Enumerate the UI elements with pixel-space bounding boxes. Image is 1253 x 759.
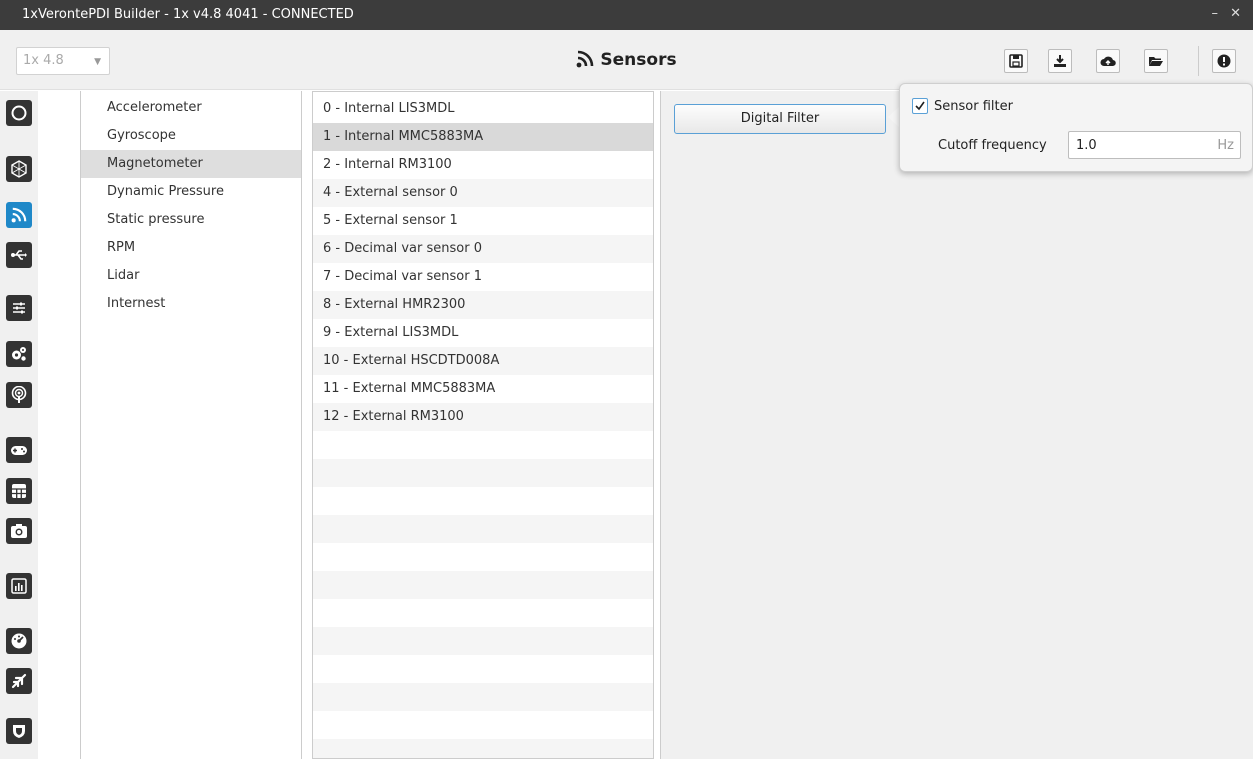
module-sidebar [0,91,38,759]
rss-icon [577,50,594,68]
sidebar-item-sensors[interactable] [6,202,32,228]
sensor-filter-label: Sensor filter [934,99,1013,114]
sidebar-item-network[interactable] [6,156,32,182]
empty-row [313,739,653,758]
empty-row [313,571,653,599]
grid-icon [12,484,26,498]
rss-icon [11,207,27,223]
sensor-list-item[interactable]: 11 - External MMC5883MA [313,375,653,403]
digital-filter-popup: Sensor filter Cutoff frequency 1.0 Hz [899,83,1253,172]
save-icon [1009,54,1023,68]
gears-icon [12,347,26,361]
category-item[interactable]: Static pressure [81,206,301,234]
chart-icon [11,578,27,594]
sensor-list-item[interactable]: 7 - Decimal var sensor 1 [313,263,653,291]
cutoff-frequency-label: Cutoff frequency [938,138,1047,153]
open-folder-button[interactable] [1144,49,1168,73]
usb-icon [11,250,27,260]
sidebar-item-gears[interactable] [6,341,32,367]
power-icon [11,105,27,121]
sensor-list-item[interactable]: 10 - External HSCDTD008A [313,347,653,375]
category-item[interactable]: RPM [81,234,301,262]
sensor-list-item[interactable]: 12 - External RM3100 [313,403,653,431]
sensor-list-item[interactable]: 8 - External HMR2300 [313,291,653,319]
empty-row [313,431,653,459]
sensor-list-item[interactable]: 2 - Internal RM3100 [313,151,653,179]
shield-icon [13,725,25,738]
sidebar-item-usb[interactable] [6,242,32,268]
cloud-upload-button[interactable] [1096,49,1120,73]
window-titlebar: 1xVerontePDI Builder - 1x v4.8 4041 - CO… [0,0,1253,30]
sidebar-item-power[interactable] [6,100,32,126]
gauge-icon [11,633,27,649]
sensor-filter-checkbox[interactable] [912,98,928,114]
close-button[interactable]: ✕ [1230,6,1245,21]
digital-filter-button[interactable]: Digital Filter [674,104,886,134]
empty-row [313,543,653,571]
empty-row [313,599,653,627]
sensor-list-item[interactable]: 0 - Internal LIS3MDL [313,95,653,123]
sidebar-item-joystick[interactable] [6,437,32,463]
empty-row [313,487,653,515]
info-button[interactable] [1212,49,1236,73]
sensor-category-list: Accelerometer Gyroscope Magnetometer Dyn… [80,91,302,759]
sensor-detail-panel [660,91,1253,759]
gamepad-icon [11,446,27,455]
empty-row [313,683,653,711]
sensor-list-item[interactable]: 6 - Decimal var sensor 0 [313,235,653,263]
sidebar-item-settings[interactable] [6,295,32,321]
cloud-upload-icon [1100,56,1116,67]
minimize-button[interactable]: – [1211,6,1222,21]
cutoff-frequency-unit: Hz [1217,138,1234,153]
podcast-icon [11,386,27,403]
empty-row [313,515,653,543]
sidebar-item-camera[interactable] [6,518,32,544]
info-icon [1217,54,1231,68]
sensor-list-item-selected[interactable]: 1 - Internal MMC5883MA [313,123,653,151]
empty-row [313,711,653,739]
save-button[interactable] [1004,49,1028,73]
sensor-list-item[interactable]: 9 - External LIS3MDL [313,319,653,347]
download-icon [1054,55,1066,67]
sidebar-item-flight[interactable] [6,668,32,694]
sidebar-item-broadcast[interactable] [6,382,32,408]
camera-icon [11,524,27,538]
window-title: 1xVerontePDI Builder - 1x v4.8 4041 - CO… [22,7,354,22]
hexagon-net-icon [11,160,27,178]
cutoff-frequency-input[interactable]: 1.0 Hz [1068,131,1241,159]
sensor-list-item[interactable]: 5 - External sensor 1 [313,207,653,235]
page-title-text: Sensors [600,50,677,70]
empty-row [313,627,653,655]
category-item[interactable]: Internest [81,290,301,318]
sliders-icon [13,302,25,314]
sensor-list-item[interactable]: 4 - External sensor 0 [313,179,653,207]
empty-row [313,459,653,487]
category-item[interactable]: Lidar [81,262,301,290]
sensor-list: 0 - Internal LIS3MDL 1 - Internal MMC588… [312,91,654,759]
header-bar: 1x 4.8 ▼ Sensors [0,30,1253,90]
sidebar-item-charts[interactable] [6,573,32,599]
category-item[interactable]: Accelerometer [81,94,301,122]
toolbar-separator [1198,46,1199,76]
sidebar-item-gauge[interactable] [6,628,32,654]
sidebar-item-grid[interactable] [6,478,32,504]
cutoff-frequency-value: 1.0 [1076,138,1097,153]
folder-open-icon [1149,57,1163,66]
download-button[interactable] [1048,49,1072,73]
category-item[interactable]: Dynamic Pressure [81,178,301,206]
sidebar-item-security[interactable] [6,718,32,744]
empty-row [313,655,653,683]
category-item-selected[interactable]: Magnetometer [81,150,301,178]
window-controls: – ✕ [1211,6,1245,21]
plane-icon [11,673,27,689]
check-icon [915,101,925,111]
category-item[interactable]: Gyroscope [81,122,301,150]
